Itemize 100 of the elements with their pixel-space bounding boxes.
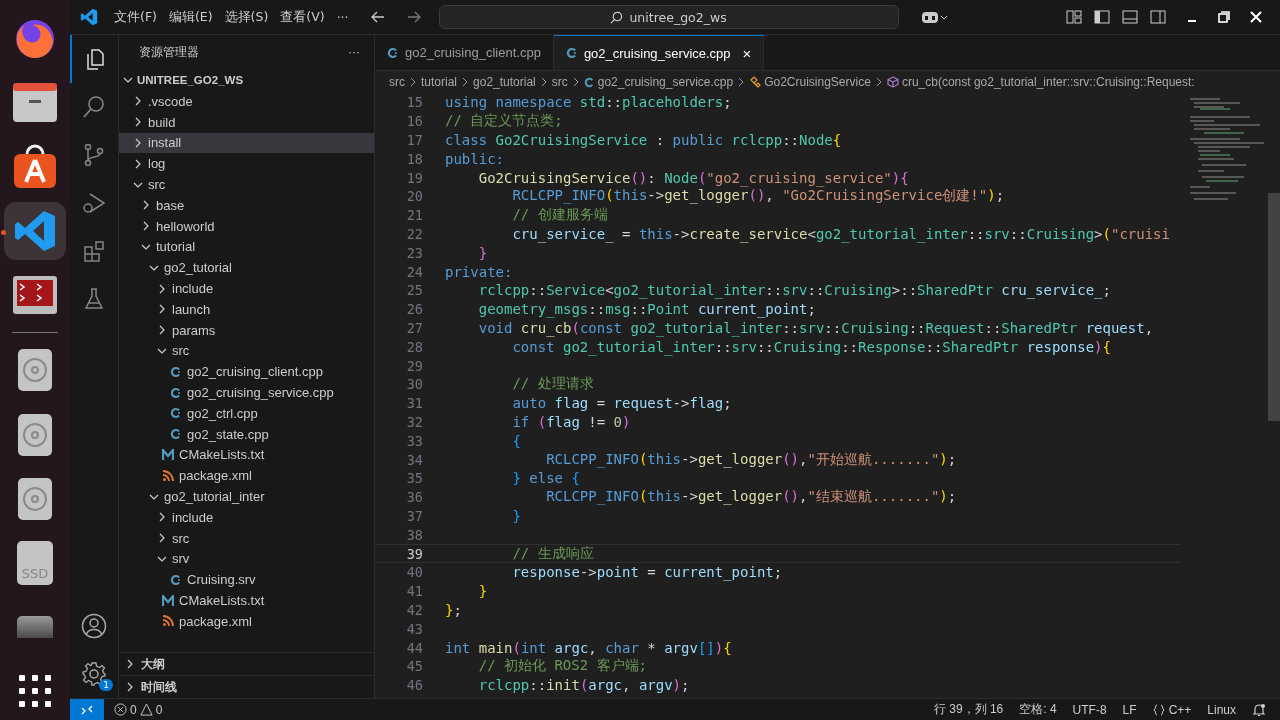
status-item[interactable]: LF [1114,702,1145,717]
tree-item[interactable]: go2_tutorial [119,257,374,279]
tree-item[interactable]: build [119,111,374,133]
forward-arrow-icon[interactable] [406,10,421,24]
remote-button[interactable] [70,698,104,720]
code-line: auto flag = request->flag; [511,395,732,412]
disc-drive-icon[interactable] [17,348,53,393]
line-number: 45 [405,658,423,675]
sidebar-toggle-icon[interactable] [1094,9,1110,25]
workspace-folder-header[interactable]: UNITREE_GO2_WS [119,69,374,91]
tree-item[interactable]: src [119,340,374,362]
tree-item[interactable]: include [119,506,374,528]
account-icon[interactable] [81,613,107,639]
app-grid-icon[interactable] [19,674,51,707]
search-field[interactable]: unitree_go2_ws [438,5,899,29]
scrollbar-thumb[interactable] [1268,193,1280,421]
status-item[interactable]: 空格: 4 [1011,701,1065,718]
language-mode[interactable]: C++ [1144,702,1200,717]
status-item[interactable]: 行 39，列 16 [925,701,1012,718]
breadcrumb-item[interactable]: src [551,75,568,89]
breadcrumb-item[interactable]: cru_cb(const go2_tutorial_inter::srv::Cruising::Request: [886,75,1195,89]
chevron-icon [409,77,417,87]
secondary-sidebar-icon[interactable] [1150,9,1166,25]
layout-icon[interactable] [1066,9,1082,25]
tree-item[interactable]: src [119,174,374,195]
tree-item[interactable]: params [119,319,374,341]
tree-item[interactable]: .vscode [119,91,374,112]
panel-toggle-icon[interactable] [1122,9,1138,25]
sidebar-title: 资源管理器 [139,43,199,61]
menu-item[interactable]: 文件(F) [114,8,157,26]
extensions-icon[interactable] [82,239,106,263]
code-line: { [511,432,521,449]
tree-item[interactable]: launch [119,298,374,320]
shopping-bag-icon[interactable] [12,144,58,191]
more-actions-button[interactable]: ··· [348,45,360,59]
tree-item[interactable]: package.xml [119,610,374,632]
breadcrumb-item[interactable]: go2_tutorial [473,75,536,89]
c-file-icon [170,573,182,586]
code-line: void cru_cb(const go2_tutorial_inter::srv::Cruising::Request::SharedPtr request, [477,319,1154,336]
chevron-icon [539,77,548,87]
terminal-icon[interactable] [12,275,58,316]
tree-item[interactable]: src [119,527,374,549]
breadcrumb-item[interactable]: src [389,75,405,89]
tree-item[interactable]: log [119,153,374,175]
status-item[interactable]: UTF-8 [1064,702,1115,717]
menu-item[interactable]: 编辑(E) [168,8,213,26]
tree-item[interactable]: base [119,195,374,216]
bell-icon[interactable] [1252,702,1266,717]
m-file-icon [162,448,174,461]
code-line: } [511,507,521,524]
breadcrumb-item[interactable]: go2_cruising_service.cpp [583,75,734,89]
chevron-icon [133,158,143,169]
tree-item[interactable]: CMakeLists.txt [119,590,374,611]
tree-item[interactable]: tutorial [119,236,374,258]
tree-item[interactable]: helloworld [119,215,374,237]
chevron-icon [461,77,470,87]
robot-icon[interactable] [920,9,947,25]
disc-drive-icon[interactable] [17,412,53,457]
tree-item[interactable]: include [119,278,374,299]
play-bug-icon[interactable] [82,191,106,215]
drive-icon[interactable] [17,615,53,638]
disc-drive-icon[interactable] [17,476,53,521]
tree-item[interactable]: go2_ctrl.cpp [119,402,374,424]
tree-item[interactable]: go2_state.cpp [119,423,374,445]
dock-app-button[interactable] [4,202,66,261]
flask-icon[interactable] [82,287,106,311]
line-number: 17 [405,132,423,148]
line-number: 39 [405,545,423,562]
problems-status[interactable]: 0 0 [104,702,173,717]
menu-item[interactable]: 查看(V) [280,8,325,26]
restore-icon[interactable] [1218,11,1230,23]
tree-item[interactable]: package.xml [119,465,374,487]
tree-item[interactable]: go2_tutorial_inter [119,486,374,507]
code-line: using namespace std::placeholders; [445,94,732,111]
menu-item[interactable]: 选择(S) [224,8,269,26]
back-arrow-icon[interactable] [370,10,385,24]
panel-header[interactable]: 大纲 [119,652,374,675]
code-line: // 创建服务端 [511,206,608,225]
branch-icon[interactable] [82,143,106,167]
code-line: class Go2CruisingService : public rclcpp::Node{ [445,132,842,148]
code-line: // 处理请求 [511,375,594,394]
settings-icon[interactable] [81,661,107,687]
status-item[interactable]: Linux [1199,702,1244,717]
search-icon [610,10,624,24]
editor-tab[interactable]: go2_cruising_client.cpp [375,35,554,70]
search-icon[interactable] [82,95,106,119]
tree-item[interactable]: go2_cruising_client.cpp [119,361,374,383]
close-icon[interactable] [1250,11,1262,23]
tree-item[interactable]: srv [119,548,374,570]
rss-file-icon [162,615,174,628]
breadcrumb-item[interactable]: tutorial [421,75,458,89]
chevron-icon [133,138,143,148]
tree-item[interactable]: go2_cruising_service.cpp [119,382,374,403]
tree-item[interactable]: install [119,132,374,154]
tree-item[interactable]: Cruising.srv [119,569,374,591]
menu-item[interactable]: ··· [336,9,349,25]
editor-tab[interactable]: go2_cruising_service.cpp × [553,35,765,70]
code-editor-icon[interactable] [13,209,57,254]
tree-item[interactable]: CMakeLists.txt [119,444,374,466]
breadcrumb-item[interactable]: Go2CruisingService [749,75,871,89]
